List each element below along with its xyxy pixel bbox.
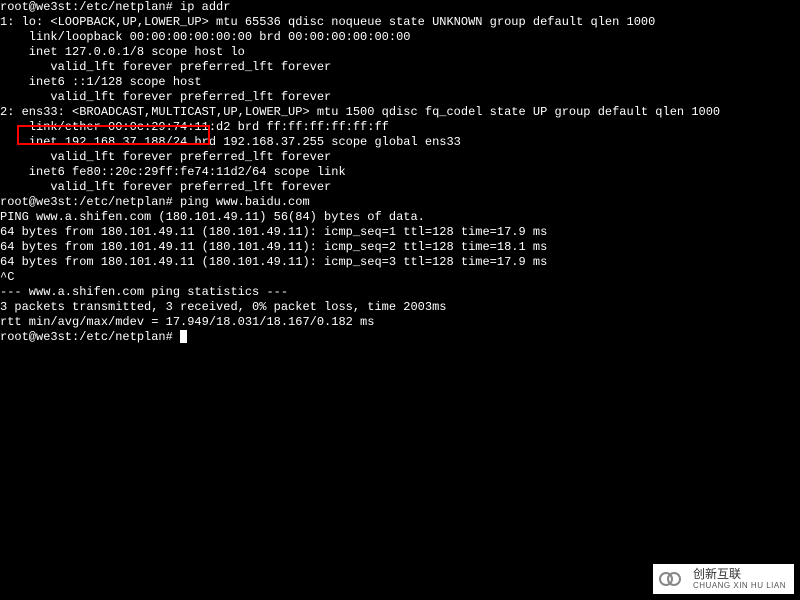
terminal-line: ^C	[0, 270, 800, 285]
terminal-line: --- www.a.shifen.com ping statistics ---	[0, 285, 800, 300]
watermark-badge: 创新互联 CHUANG XIN HU LIAN	[653, 564, 794, 594]
terminal-line: link/ether 00:0c:29:74:11:d2 brd ff:ff:f…	[0, 120, 800, 135]
terminal-line: link/loopback 00:00:00:00:00:00 brd 00:0…	[0, 30, 800, 45]
terminal-line: 1: lo: <LOOPBACK,UP,LOWER_UP> mtu 65536 …	[0, 15, 800, 30]
terminal-line: inet6 ::1/128 scope host	[0, 75, 800, 90]
terminal-line: PING www.a.shifen.com (180.101.49.11) 56…	[0, 210, 800, 225]
terminal-line: valid_lft forever preferred_lft forever	[0, 180, 800, 195]
terminal-line: inet6 fe80::20c:29ff:fe74:11d2/64 scope …	[0, 165, 800, 180]
terminal-line: root@we3st:/etc/netplan# ip addr	[0, 0, 800, 15]
terminal-line: 64 bytes from 180.101.49.11 (180.101.49.…	[0, 225, 800, 240]
terminal-line: 2: ens33: <BROADCAST,MULTICAST,UP,LOWER_…	[0, 105, 800, 120]
watermark-sub-text: CHUANG XIN HU LIAN	[693, 580, 786, 592]
cursor-block	[180, 330, 187, 343]
terminal-line: rtt min/avg/max/mdev = 17.949/18.031/18.…	[0, 315, 800, 330]
terminal-output[interactable]: root@we3st:/etc/netplan# ip addr1: lo: <…	[0, 0, 800, 345]
terminal-line: inet 192.168.37.188/24 brd 192.168.37.25…	[0, 135, 800, 150]
terminal-line: 64 bytes from 180.101.49.11 (180.101.49.…	[0, 240, 800, 255]
terminal-line: root@we3st:/etc/netplan# ping www.baidu.…	[0, 195, 800, 210]
terminal-line: valid_lft forever preferred_lft forever	[0, 150, 800, 165]
terminal-line: valid_lft forever preferred_lft forever	[0, 90, 800, 105]
terminal-line: inet 127.0.0.1/8 scope host lo	[0, 45, 800, 60]
terminal-line: 64 bytes from 180.101.49.11 (180.101.49.…	[0, 255, 800, 270]
terminal-line: 3 packets transmitted, 3 received, 0% pa…	[0, 300, 800, 315]
terminal-line: root@we3st:/etc/netplan#	[0, 330, 800, 345]
watermark-logo-icon	[659, 570, 685, 592]
watermark-main-text: 创新互联	[693, 567, 741, 581]
terminal-line: valid_lft forever preferred_lft forever	[0, 60, 800, 75]
